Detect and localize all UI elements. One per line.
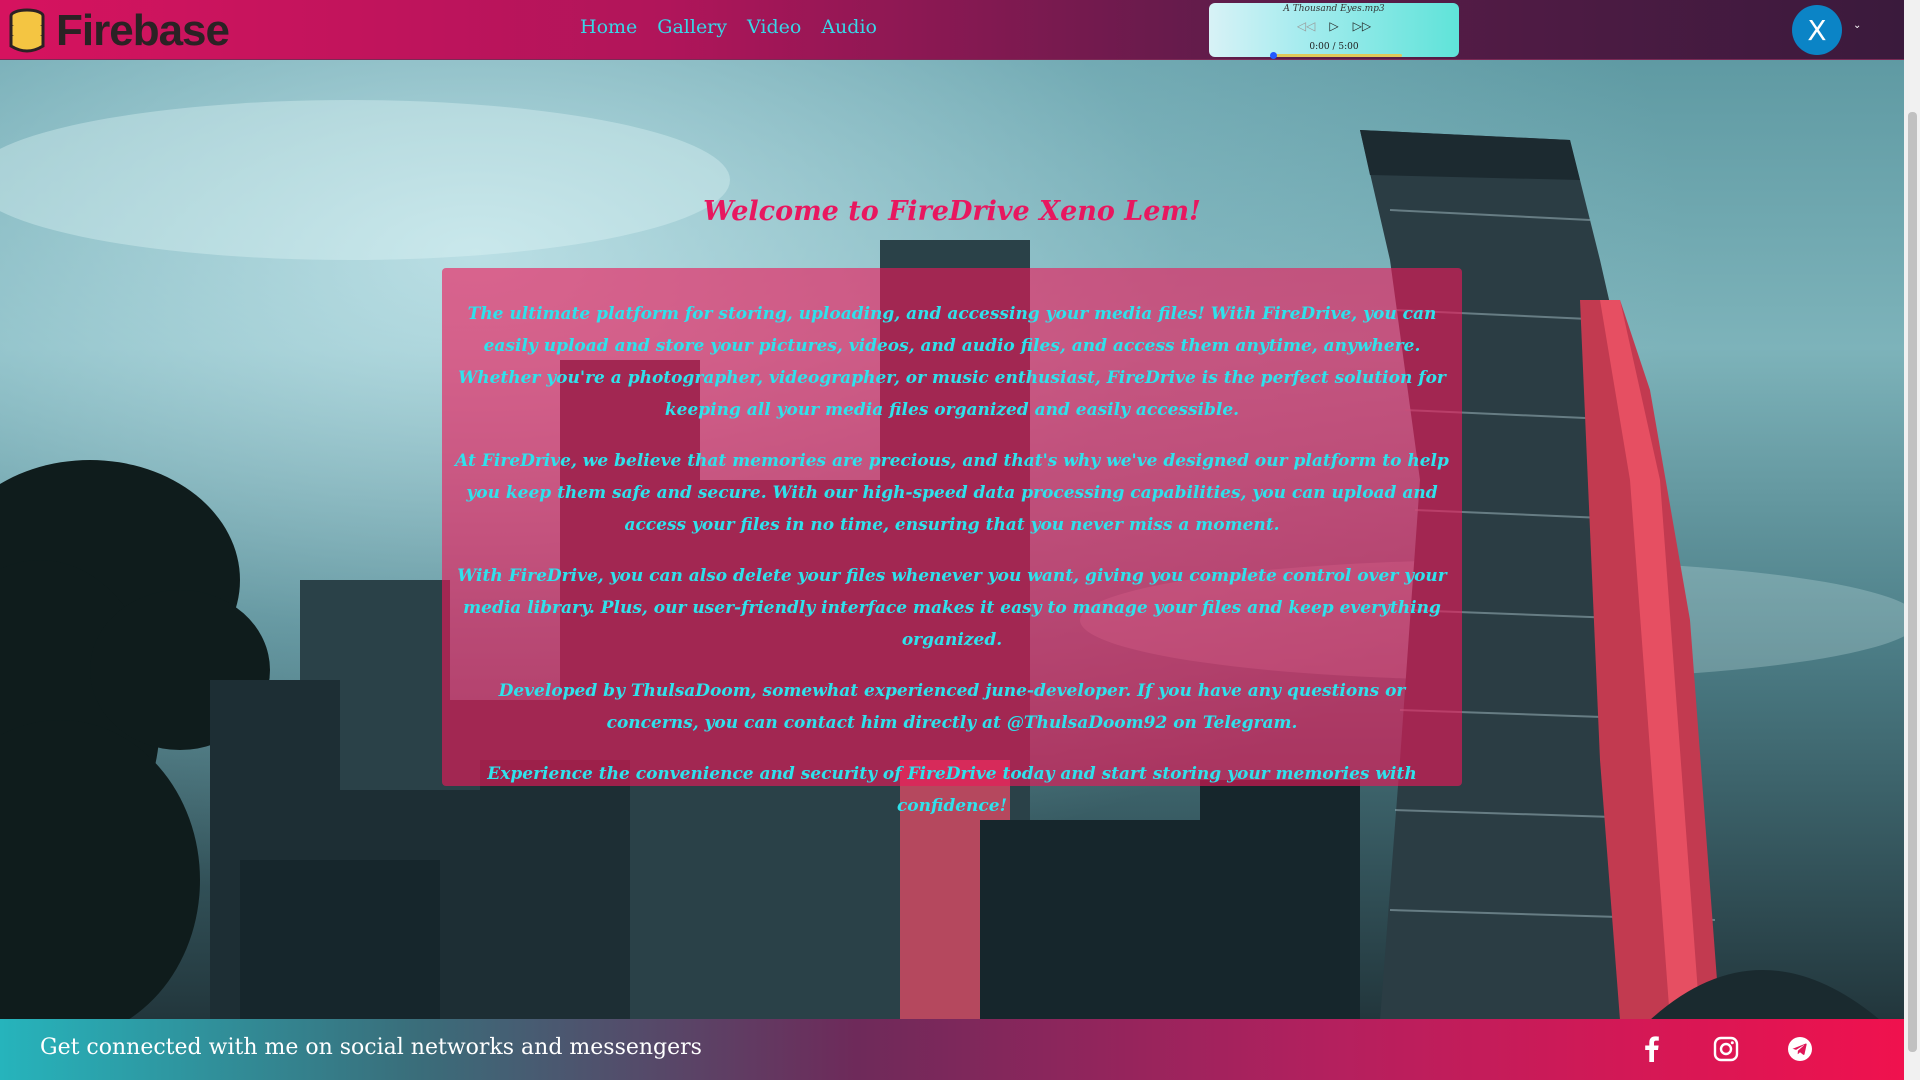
main-nav: Home Gallery Video Audio	[580, 16, 877, 38]
nav-audio[interactable]: Audio	[821, 16, 877, 38]
brand-logo[interactable]: Firebase	[8, 6, 230, 55]
intro-paragraph: The ultimate platform for storing, uploa…	[458, 304, 1446, 420]
footer-tagline: Get connected with me on social networks…	[40, 1035, 702, 1060]
intro-paragraph: At FireDrive, we believe that memories a…	[455, 451, 1449, 535]
instagram-icon[interactable]	[1711, 1034, 1741, 1064]
telegram-icon[interactable]	[1785, 1034, 1815, 1064]
chevron-down-icon[interactable]: ⌄	[1853, 20, 1861, 31]
intro-paragraph: Experience the convenience and security …	[487, 764, 1417, 816]
page-title: Welcome to FireDrive Xeno Lem!	[703, 196, 1201, 227]
intro-paragraph: With FireDrive, you can also delete your…	[457, 566, 1447, 650]
brand-name: Firebase	[56, 6, 230, 55]
footer: Get connected with me on social networks…	[0, 1019, 1904, 1080]
player-time: 0:00 / 5:00	[1309, 42, 1359, 52]
nav-video[interactable]: Video	[747, 16, 801, 38]
player-progress-handle[interactable]	[1270, 52, 1277, 59]
user-avatar[interactable]: X	[1792, 5, 1842, 55]
nav-home[interactable]: Home	[580, 16, 637, 38]
audio-player: A Thousand Eyes.mp3 ◁◁ ▷ ▷▷ 0:00 / 5:00	[1209, 3, 1459, 59]
play-icon[interactable]: ▷	[1329, 19, 1338, 33]
intro-paragraph: Developed by ThulsaDoom, somewhat experi…	[498, 681, 1406, 733]
facebook-icon[interactable]	[1637, 1034, 1667, 1064]
database-icon	[9, 8, 45, 53]
top-navbar: Firebase Home Gallery Video Audio A Thou…	[0, 0, 1904, 60]
player-controls: ◁◁ ▷ ▷▷	[1209, 19, 1459, 33]
player-progress-bar[interactable]	[1274, 54, 1402, 57]
fast-forward-icon[interactable]: ▷▷	[1353, 19, 1371, 33]
page-scrollbar[interactable]	[1904, 0, 1920, 1080]
intro-card: The ultimate platform for storing, uploa…	[442, 268, 1462, 816]
nav-gallery[interactable]: Gallery	[657, 16, 727, 38]
scrollbar-thumb[interactable]	[1908, 112, 1917, 1052]
player-track-title: A Thousand Eyes.mp3	[1283, 4, 1385, 14]
rewind-icon[interactable]: ◁◁	[1297, 19, 1315, 33]
